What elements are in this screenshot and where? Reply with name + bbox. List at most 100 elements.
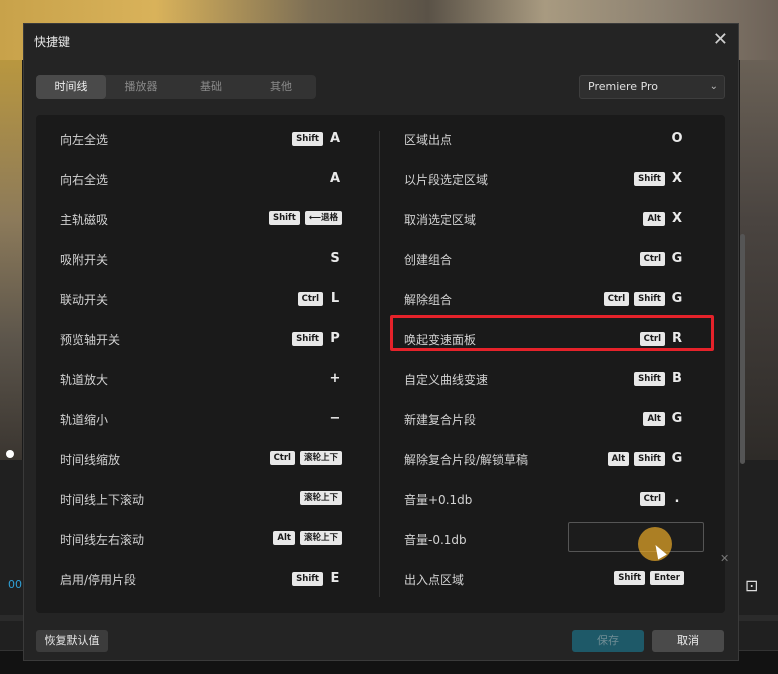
preset-value: Premiere Pro	[588, 80, 659, 93]
shortcut-row[interactable]: 取消选定区域 Alt X	[404, 209, 684, 229]
shortcut-label: 以片段选定区域	[404, 173, 489, 187]
shortcut-keys: Alt G	[643, 411, 684, 426]
modifier-key: Shift	[268, 211, 300, 225]
shortcut-label: 新建复合片段	[404, 413, 477, 427]
shortcut-row[interactable]: 创建组合 Ctrl G	[404, 249, 684, 269]
modifier-key: Ctrl	[269, 451, 295, 465]
shortcut-key: +	[329, 371, 341, 386]
shortcut-row[interactable]: 主轨磁吸 Shift ⟵退格	[60, 209, 342, 229]
shortcut-keys: Alt X	[643, 211, 684, 226]
shortcut-label: 音量-0.1db	[404, 533, 467, 547]
reset-defaults-button[interactable]: 恢复默认值	[36, 630, 108, 652]
shortcut-key: P	[330, 331, 340, 346]
shortcut-label: 音量+0.1db	[404, 493, 473, 507]
shortcut-row[interactable]: 向右全选 A	[60, 169, 342, 189]
modifier-key: Shift	[292, 131, 323, 146]
tab-player[interactable]: 播放器	[106, 75, 176, 99]
shortcut-row[interactable]: 新建复合片段 Alt G	[404, 409, 684, 429]
modifier-key: Ctrl	[639, 491, 665, 506]
shortcut-label: 取消选定区域	[404, 213, 477, 227]
shortcut-keys: +	[328, 371, 342, 386]
shortcut-keys: 滚轮上下	[299, 491, 342, 505]
timecode: 00	[8, 578, 22, 591]
cancel-button[interactable]: 取消	[652, 630, 724, 652]
shortcut-keys: Shift ⟵退格	[268, 211, 342, 225]
shortcut-keys: O	[670, 131, 684, 146]
category-tabs: 时间线 播放器 基础 其他	[36, 75, 316, 99]
shortcut-keys: −	[328, 411, 342, 426]
zoom-fit-icon[interactable]: ⊡	[745, 576, 765, 596]
shortcut-row[interactable]: 轨道缩小 −	[60, 409, 342, 429]
shortcut-row[interactable]: 以片段选定区域 Shift X	[404, 169, 684, 189]
shortcut-label: 预览轴开关	[60, 333, 121, 347]
shortcut-key: O	[671, 131, 683, 146]
modifier-key: 滚轮上下	[299, 451, 342, 465]
shortcut-row[interactable]: 时间线左右滚动 Alt 滚轮上下	[60, 529, 342, 549]
shortcut-label: 轨道缩小	[60, 413, 109, 427]
chevron-down-icon: ⌄	[709, 81, 718, 92]
shortcut-label: 时间线上下滚动	[60, 493, 145, 507]
shortcut-label: 主轨磁吸	[60, 213, 109, 227]
shortcut-row[interactable]: 出入点区域 Shift Enter	[404, 569, 684, 589]
shortcut-label: 时间线左右滚动	[60, 533, 145, 547]
shortcut-keys: Shift Enter	[614, 571, 684, 585]
shortcut-keys: Shift E	[292, 571, 342, 586]
column-divider	[379, 131, 380, 597]
modifier-key: Shift	[634, 371, 665, 386]
modifier-key: Shift	[292, 571, 323, 586]
shortcut-key: −	[329, 411, 341, 426]
shortcut-label: 时间线缩放	[60, 453, 121, 467]
shortcut-key: E	[330, 571, 340, 586]
modifier-key: 滚轮上下	[299, 531, 342, 545]
shortcut-row[interactable]: 音量+0.1db Ctrl.	[404, 489, 684, 509]
shortcut-row[interactable]: 自定义曲线变速 Shift B	[404, 369, 684, 389]
shortcut-row[interactable]: 时间线上下滚动 滚轮上下	[60, 489, 342, 509]
shortcut-key: S	[330, 251, 340, 266]
shortcut-key: G	[671, 291, 683, 306]
shortcut-row[interactable]: 轨道放大 +	[60, 369, 342, 389]
shortcut-label: 启用/停用片段	[60, 573, 137, 587]
clear-shortcut-icon[interactable]: ✕	[720, 552, 729, 565]
shortcut-label: 解除组合	[404, 293, 453, 307]
shortcut-row[interactable]: 解除组合 Ctrl Shift G	[404, 289, 684, 309]
shortcut-keys: Ctrl 滚轮上下	[269, 451, 342, 465]
modifier-key: Shift	[634, 451, 665, 466]
shortcut-key: B	[672, 371, 682, 386]
shortcut-label: 联动开关	[60, 293, 109, 307]
shortcut-row[interactable]: 预览轴开关 Shift P	[60, 329, 342, 349]
tab-timeline[interactable]: 时间线	[36, 75, 106, 99]
shortcut-row[interactable]: 时间线缩放 Ctrl 滚轮上下	[60, 449, 342, 469]
shortcut-row[interactable]: 区域出点 O	[404, 129, 684, 149]
save-button[interactable]: 保存	[572, 630, 644, 652]
shortcut-label: 出入点区域	[404, 573, 465, 587]
shortcut-key: A	[329, 171, 341, 186]
shortcut-keys: Alt 滚轮上下	[273, 531, 342, 545]
close-icon[interactable]: ✕	[713, 31, 728, 49]
shortcut-row[interactable]: 向左全选 Shift A	[60, 129, 342, 149]
shortcut-label: 轨道放大	[60, 373, 109, 387]
dialog-title: 快捷键	[34, 35, 71, 49]
shortcut-edit-field[interactable]	[568, 522, 704, 552]
scrollbar[interactable]	[740, 234, 745, 464]
shortcut-keys: A	[328, 171, 342, 186]
modifier-key: Enter	[650, 571, 684, 585]
shortcut-row[interactable]: 解除复合片段/解锁草稿 Alt Shift G	[404, 449, 684, 469]
preset-select[interactable]: Premiere Pro ⌄	[579, 75, 725, 99]
tab-other[interactable]: 其他	[246, 75, 316, 99]
modifier-key: Shift	[292, 331, 323, 346]
shortcut-key: .	[674, 491, 680, 506]
shortcut-key: G	[671, 251, 683, 266]
modifier-key: Alt	[643, 411, 665, 426]
shortcut-row[interactable]: 启用/停用片段 Shift E	[60, 569, 342, 589]
modifier-key: Shift	[614, 571, 646, 585]
modifier-key: 滚轮上下	[299, 491, 342, 505]
modifier-key: Shift	[634, 171, 665, 186]
playhead-handle[interactable]	[6, 450, 14, 458]
tab-basic[interactable]: 基础	[176, 75, 246, 99]
shortcuts-dialog: 快捷键 ✕ 时间线 播放器 基础 其他 Premiere Pro ⌄ 向左全选 S…	[23, 23, 745, 661]
shortcut-row[interactable]: 吸附开关 S	[60, 249, 342, 269]
shortcut-label: 解除复合片段/解锁草稿	[404, 453, 529, 467]
shortcut-label: 创建组合	[404, 253, 453, 267]
shortcut-keys: Shift B	[634, 371, 684, 386]
shortcut-row[interactable]: 联动开关 Ctrl L	[60, 289, 342, 309]
